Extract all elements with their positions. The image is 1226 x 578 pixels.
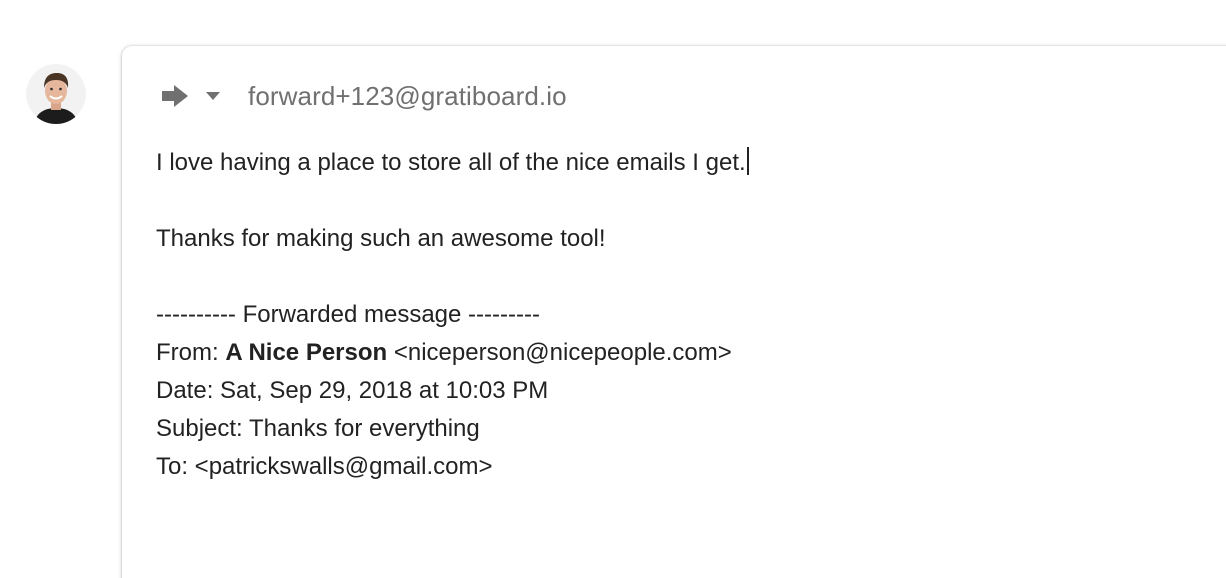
from-label: From: bbox=[156, 339, 219, 366]
text-cursor bbox=[746, 147, 749, 175]
from-name: A Nice Person bbox=[225, 339, 388, 366]
recipient-row: forward+123@gratiboard.io bbox=[160, 79, 567, 113]
email-compose-screen: forward+123@gratiboard.io I love having … bbox=[0, 0, 1226, 578]
body-line-2: Thanks for making such an awesome tool! bbox=[156, 225, 606, 252]
from-email: <niceperson@nicepeople.com> bbox=[393, 339, 732, 366]
compose-panel: forward+123@gratiboard.io I love having … bbox=[122, 46, 1226, 578]
avatar-portrait-icon bbox=[26, 64, 86, 124]
user-avatar[interactable] bbox=[26, 64, 86, 124]
caret-down-icon[interactable] bbox=[204, 83, 222, 109]
body-line-1-text: I love having a place to store all of th… bbox=[156, 149, 746, 176]
forwarded-from-line: From: A Nice Person <niceperson@nicepeop… bbox=[156, 334, 749, 372]
body-line-1: I love having a place to store all of th… bbox=[156, 144, 749, 182]
forwarded-to-line: To: <patrickswalls@gmail.com> bbox=[156, 453, 493, 480]
forwarded-subject-line: Subject: Thanks for everything bbox=[156, 415, 480, 442]
recipient-address[interactable]: forward+123@gratiboard.io bbox=[248, 81, 567, 112]
forwarded-message-header: ---------- Forwarded message --------- bbox=[156, 301, 540, 328]
forwarded-date-line: Date: Sat, Sep 29, 2018 at 10:03 PM bbox=[156, 377, 549, 404]
forward-arrow-icon[interactable] bbox=[160, 83, 190, 109]
message-body[interactable]: I love having a place to store all of th… bbox=[156, 144, 749, 486]
